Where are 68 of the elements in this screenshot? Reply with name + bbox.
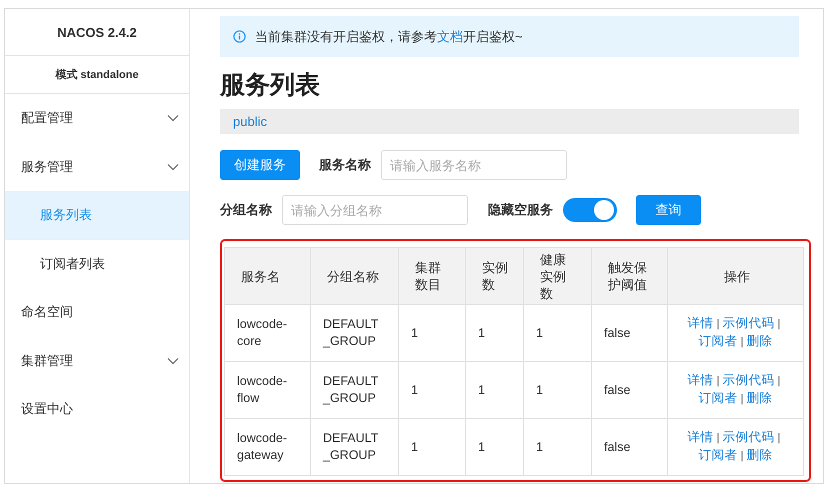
column-header: 服务名 [224, 248, 310, 304]
column-header: 集群数目 [398, 248, 466, 304]
group-name-field[interactable]: 请输入分组名称 [282, 195, 468, 225]
table-cell: false [592, 418, 668, 476]
action-link[interactable]: 示例代码 [722, 316, 774, 330]
sidebar-subitem[interactable]: 订阅者列表 [5, 240, 189, 288]
separator: | [740, 393, 744, 405]
toggle-switch[interactable] [563, 198, 617, 222]
action-link[interactable]: 删除 [746, 334, 772, 348]
notice-text: 当前集群没有开启鉴权，请参考文档开启鉴权~ [255, 28, 523, 46]
separator: | [716, 318, 720, 330]
action-link[interactable]: 订阅者 [698, 448, 738, 462]
column-header: 分组名称 [310, 248, 398, 304]
action-link[interactable]: 订阅者 [698, 334, 738, 348]
separator: | [778, 375, 780, 387]
sidebar-subitem[interactable]: 服务列表 [5, 191, 189, 240]
separator: | [778, 432, 780, 444]
action-link[interactable]: 删除 [746, 391, 772, 405]
field-label: 隐藏空服务 [488, 201, 553, 219]
table-cell: 1 [398, 362, 466, 418]
info-icon [233, 30, 246, 43]
separator: | [716, 375, 720, 387]
table-cell: 1 [524, 362, 592, 418]
separator: | [740, 450, 744, 462]
table-cell: 1 [524, 418, 592, 476]
query-button[interactable]: 查询 [636, 195, 701, 225]
column-header: 健康实例数 [524, 248, 592, 304]
service-name-field[interactable]: 请输入服务名称 [381, 150, 567, 180]
separator: | [716, 432, 720, 444]
table-cell: 1 [466, 418, 524, 476]
action-link[interactable]: 示例代码 [722, 373, 774, 387]
action-link[interactable]: 详情 [688, 316, 714, 330]
sidebar-item[interactable]: 配置管理 [5, 94, 189, 142]
table-cell: lowcode-gateway [224, 418, 310, 476]
table-cell: lowcode-flow [224, 362, 310, 418]
table-cell: 1 [398, 418, 466, 476]
docs-link[interactable]: 文档 [437, 28, 463, 44]
page-title: 服务列表 [220, 70, 321, 101]
create-service-button[interactable]: 创建服务 [220, 150, 300, 180]
action-link[interactable]: 删除 [746, 448, 772, 462]
column-header: 操作 [668, 248, 804, 304]
sidebar-item[interactable]: 设置中心 [5, 385, 189, 434]
sidebar-item[interactable]: 集群管理 [5, 336, 189, 385]
action-link[interactable]: 订阅者 [698, 391, 738, 405]
action-link[interactable]: 示例代码 [722, 430, 774, 444]
table-cell: false [592, 362, 668, 418]
column-header: 实例数 [466, 248, 524, 304]
column-header: 触发保护阈值 [592, 248, 668, 304]
table-cell: DEFAULT_GROUP [310, 304, 398, 362]
table-cell: 1 [398, 304, 466, 362]
separator: | [740, 336, 744, 348]
field-label: 服务名称 [319, 156, 371, 174]
table-cell: DEFAULT_GROUP [310, 418, 398, 476]
table-cell: false [592, 304, 668, 362]
namespace-link[interactable]: public [233, 114, 267, 129]
sidebar-item[interactable]: 服务管理 [5, 142, 189, 191]
app-title: NACOS 2.4.2 [5, 9, 189, 56]
action-link[interactable]: 详情 [688, 430, 714, 444]
table-cell: 1 [466, 304, 524, 362]
table-cell: lowcode-core [224, 304, 310, 362]
mode-label: 模式 standalone [5, 56, 189, 94]
separator: | [778, 318, 780, 330]
table-cell: 1 [466, 362, 524, 418]
field-label: 分组名称 [220, 201, 272, 219]
action-link[interactable]: 详情 [688, 373, 714, 387]
sidebar-item[interactable]: 命名空间 [5, 288, 189, 336]
table-cell: 1 [524, 304, 592, 362]
table-cell: DEFAULT_GROUP [310, 362, 398, 418]
